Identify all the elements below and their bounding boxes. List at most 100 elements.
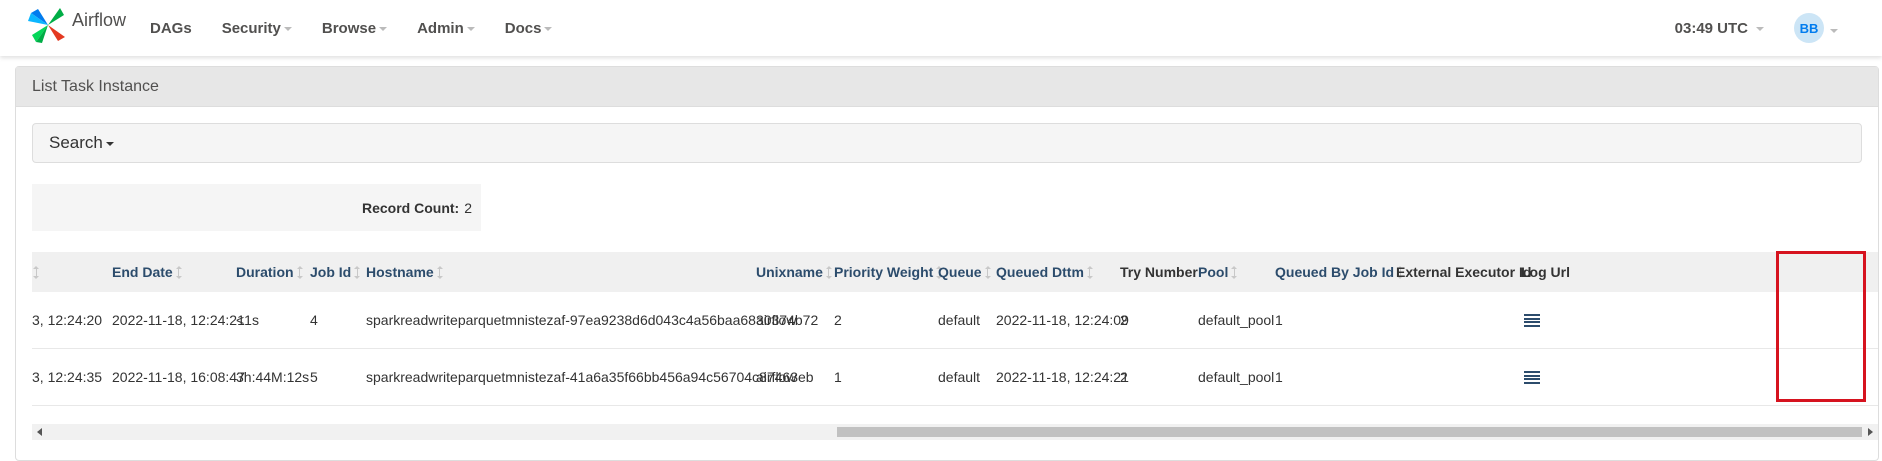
task-instance-table: End Date Duration Job Id Hostname Unixna… [32, 252, 1878, 442]
nav-right: 03:49 UTC BB [1675, 0, 1838, 56]
menu-browse-label: Browse [321, 19, 377, 37]
clock-label: 03:49 UTC [1674, 19, 1748, 37]
list-lines-icon [1524, 371, 1540, 384]
scroll-right-arrow-icon[interactable] [1868, 428, 1873, 436]
chevron-down-icon [1830, 29, 1838, 33]
menu-docs[interactable]: Docs [505, 20, 553, 37]
utc-clock-dropdown[interactable]: 03:49 UTC [1675, 20, 1764, 37]
scrollbar-thumb[interactable] [837, 427, 1862, 437]
header-duration-label: Duration [236, 264, 294, 280]
list-panel: List Task Instance Search Record Count: … [15, 66, 1879, 461]
cell-queued-by-job-id: 1 [1275, 369, 1283, 385]
record-count-label: Record Count: [361, 199, 460, 216]
log-url-highlight-box [1776, 251, 1866, 402]
header-queue[interactable]: Queue [938, 252, 991, 292]
header-queued-dttm-label: Queued Dttm [996, 264, 1084, 280]
cell-start-date: 3, 12:24:35 [32, 369, 103, 385]
cell-priority-weight: 2 [834, 312, 842, 328]
sort-icon [296, 266, 303, 279]
header-external-executor-id-label: External Executor Id [1396, 264, 1532, 280]
brand-name: Airflow [72, 9, 127, 30]
sort-icon [436, 266, 443, 279]
header-priority-weight[interactable]: Priority Weight [834, 252, 943, 292]
cell-try-number: 2 [1120, 369, 1128, 385]
chevron-down-icon [466, 27, 475, 31]
header-queue-label: Queue [938, 264, 982, 280]
header-job-id[interactable]: Job Id [310, 252, 361, 292]
top-navbar: Airflow DAGs Security Browse Admin Docs … [0, 0, 1882, 56]
menu-security[interactable]: Security [222, 20, 292, 37]
header-unixname-label: Unixname [756, 264, 823, 280]
header-log-url: Log Url [1521, 252, 1570, 292]
sort-icon [1086, 266, 1093, 279]
header-pool[interactable]: Pool [1198, 252, 1238, 292]
header-try-number: Try Number [1120, 252, 1198, 292]
header-pool-label: Pool [1198, 264, 1229, 280]
sort-icon [984, 266, 991, 279]
sort-icon [825, 266, 832, 279]
log-url-link[interactable] [1524, 314, 1540, 327]
chevron-down-icon [379, 27, 388, 31]
cell-queue: default [938, 369, 981, 385]
header-job-id-label: Job Id [310, 264, 352, 280]
menu-browse[interactable]: Browse [321, 19, 388, 37]
search-bar: Search [32, 123, 1862, 163]
chevron-down-icon [1756, 27, 1764, 31]
cell-end-date: 2022-11-18, 12:24:21 [112, 312, 245, 328]
header-hostname[interactable]: Hostname [366, 252, 443, 292]
scroll-left-arrow-icon[interactable] [37, 428, 42, 436]
cell-queued-dttm: 2022-11-18, 12:24:21 [996, 369, 1129, 385]
main-menu: DAGs Security Browse Admin Docs [150, 0, 582, 56]
header-end-date[interactable]: End Date [112, 252, 182, 292]
cell-pool: default_pool [1198, 312, 1275, 328]
cell-hostname: sparkreadwriteparquetmnistezaf-41a6a35f6… [366, 369, 814, 385]
cell-duration: 3h:44M:12s [236, 369, 310, 385]
menu-security-label: Security [221, 19, 281, 37]
chevron-down-icon [105, 142, 114, 146]
header-queued-dttm[interactable]: Queued Dttm [996, 252, 1093, 292]
cell-unixname: airflow [756, 369, 797, 385]
list-lines-icon [1524, 314, 1540, 327]
header-log-url-label: Log Url [1521, 264, 1570, 280]
cell-job-id: 5 [310, 369, 318, 385]
brand-link[interactable]: Airflow [28, 5, 126, 45]
menu-admin-label: Admin [417, 19, 464, 37]
cell-priority-weight: 1 [834, 369, 842, 385]
menu-admin[interactable]: Admin [417, 20, 475, 37]
cell-duration: <1s [236, 312, 259, 328]
user-avatar[interactable]: BB [1794, 13, 1824, 43]
sort-icon [175, 266, 182, 279]
cell-end-date: 2022-11-18, 16:08:47 [112, 369, 245, 385]
header-queued-by-job-id-label: Queued By Job Id [1275, 264, 1395, 280]
table-row: 3, 12:24:35 2022-11-18, 16:08:47 3h:44M:… [32, 349, 1878, 406]
cell-pool: default_pool [1198, 369, 1275, 385]
cell-unixname: airflow [756, 312, 797, 328]
table-row: 3, 12:24:20 2022-11-18, 12:24:21 <1s 4 s… [32, 292, 1878, 349]
table-header: End Date Duration Job Id Hostname Unixna… [32, 252, 1878, 292]
chevron-down-icon [544, 27, 553, 31]
cell-hostname: sparkreadwriteparquetmnistezaf-97ea9238d… [366, 312, 819, 328]
header-hostname-label: Hostname [366, 264, 434, 280]
menu-dags-label: DAGs [150, 19, 192, 37]
header-duration[interactable]: Duration [236, 252, 303, 292]
header-external-executor-id: External Executor Id [1396, 252, 1531, 292]
cell-queued-dttm: 2022-11-18, 12:24:09 [996, 312, 1129, 328]
search-toggle-button[interactable]: Search [49, 133, 114, 153]
header-start-date-sort[interactable] [33, 252, 39, 292]
header-end-date-label: End Date [112, 264, 173, 280]
search-label: Search [49, 133, 103, 152]
header-try-number-label: Try Number [1120, 264, 1198, 280]
menu-dags[interactable]: DAGs [150, 20, 192, 37]
sort-icon [1231, 266, 1238, 279]
sort-icon [354, 266, 361, 279]
cell-try-number: 2 [1120, 312, 1128, 328]
record-count-box: Record Count: 2 [32, 184, 481, 231]
header-queued-by-job-id[interactable]: Queued By Job Id [1275, 252, 1404, 292]
header-priority-weight-label: Priority Weight [834, 264, 934, 280]
header-unixname[interactable]: Unixname [756, 252, 832, 292]
cell-queued-by-job-id: 1 [1275, 312, 1283, 328]
cell-start-date: 3, 12:24:20 [32, 312, 103, 328]
horizontal-scrollbar[interactable] [32, 424, 1878, 440]
cell-job-id: 4 [310, 312, 318, 328]
log-url-link[interactable] [1524, 371, 1540, 384]
